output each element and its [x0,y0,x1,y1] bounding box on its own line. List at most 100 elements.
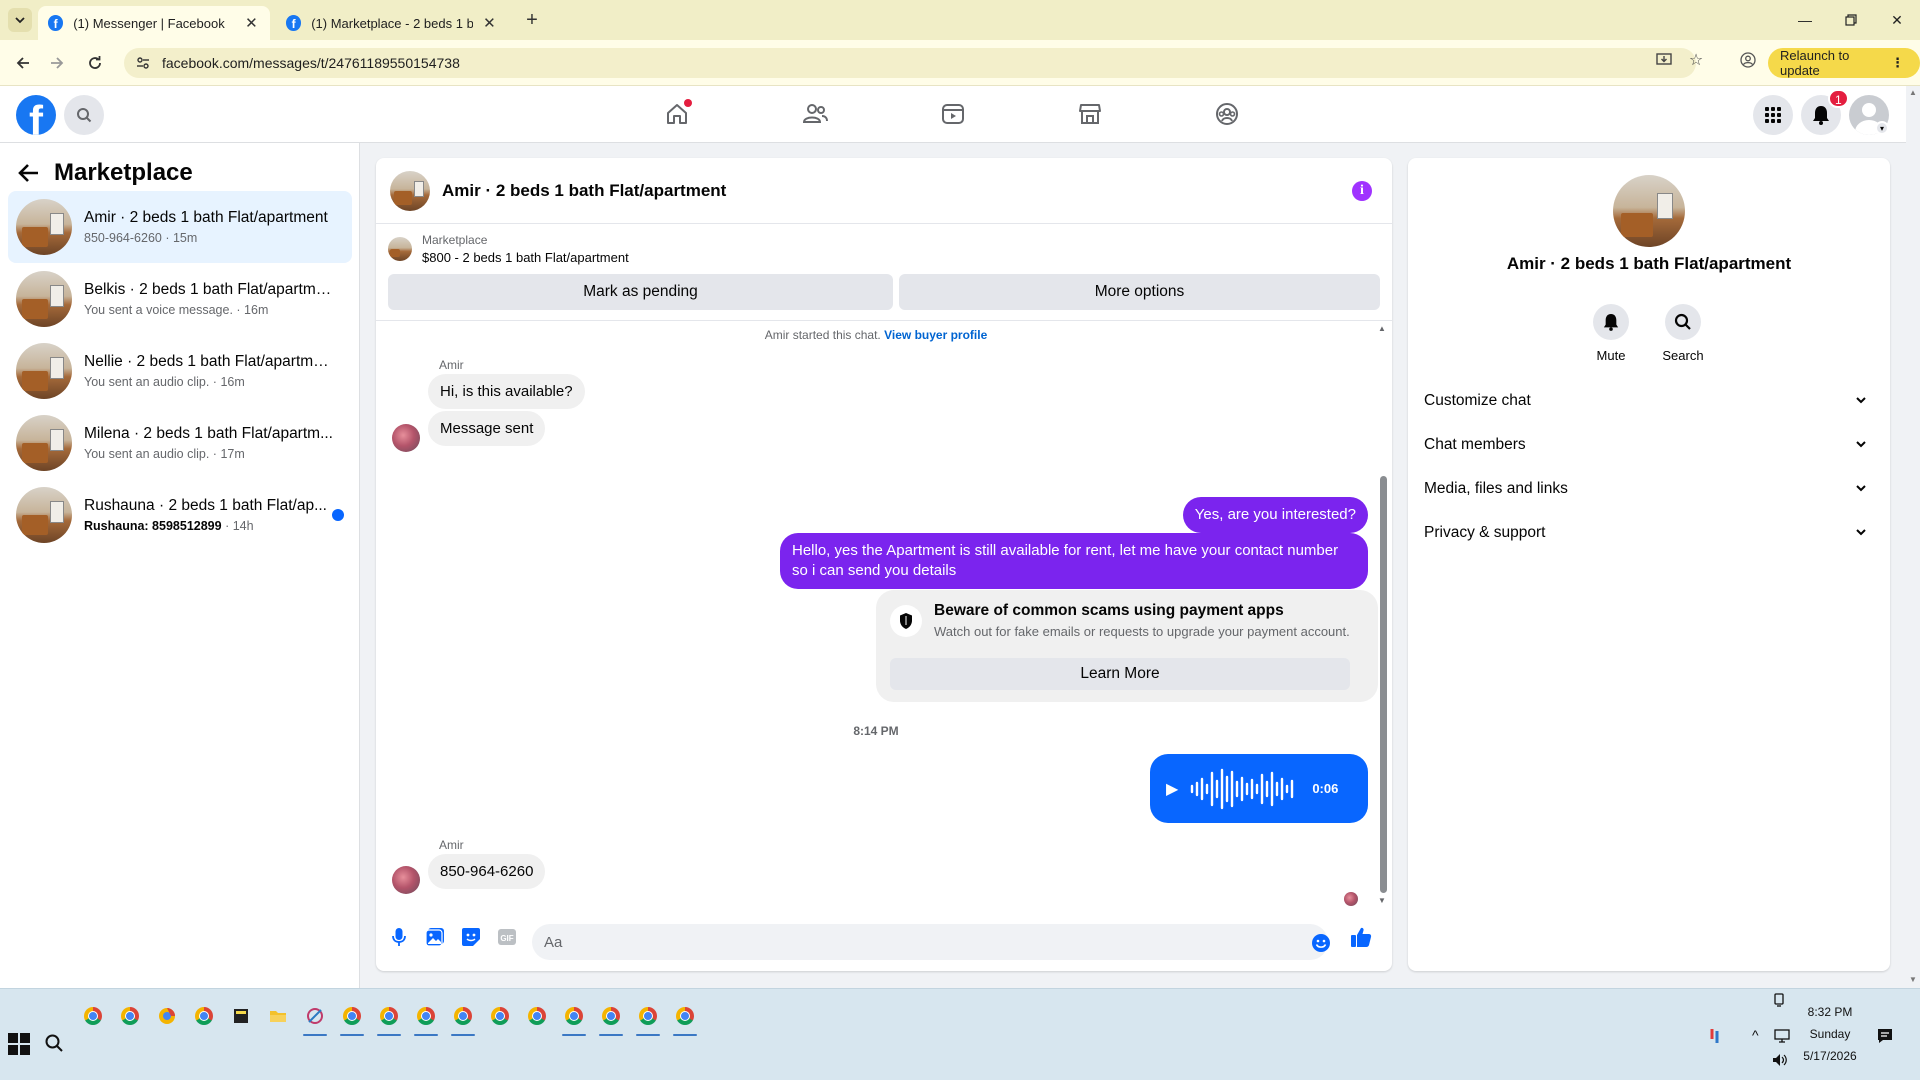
gif-button[interactable]: GIF [496,926,518,948]
chrome-icon [195,1007,213,1025]
chevron-up-icon[interactable]: ^ [1752,1027,1759,1043]
scroll-down-arrow[interactable]: ▼ [1909,975,1917,984]
chevron-down-icon[interactable]: ▾ [1875,121,1889,135]
nav-video[interactable] [937,98,969,130]
incoming-message[interactable]: Hi, is this available? [428,374,585,409]
attach-media-button[interactable] [424,926,446,948]
scroll-up-arrow[interactable]: ▲ [1378,324,1386,333]
close-tab-icon[interactable]: ✕ [481,14,498,32]
conversation-item-nellie[interactable]: Nellie · 2 beds 1 bath Flat/apartment Yo… [8,335,352,407]
listing-thumbnail[interactable] [390,170,430,211]
taskbar-chrome[interactable] [189,1001,219,1031]
tab-marketplace[interactable]: f (1) Marketplace - 2 beds 1 bath ✕ [276,6,508,40]
network-icon[interactable] [1774,1029,1790,1043]
taskbar-chrome[interactable] [522,1001,552,1031]
device-icon[interactable] [1772,993,1786,1007]
voice-message[interactable]: ▶ 0:06 [1150,754,1368,823]
taskbar-app[interactable] [152,1001,182,1031]
nav-marketplace[interactable] [1074,98,1106,130]
message-input[interactable] [532,924,1328,960]
taskbar-chrome[interactable] [596,1001,626,1036]
sender-avatar[interactable] [392,424,420,452]
mute-action[interactable]: Mute [1581,304,1641,363]
clock-time[interactable]: 8:32 PM [1800,1005,1860,1019]
minimize-button[interactable]: — [1782,6,1828,34]
relaunch-update-button[interactable]: Relaunch to update ⋮ [1768,48,1920,78]
info-icon[interactable]: i [1352,181,1372,201]
reload-button[interactable] [82,50,108,76]
taskbar-chrome[interactable] [633,1001,663,1036]
search-action[interactable]: Search [1653,304,1713,363]
install-app-icon[interactable] [1652,48,1676,72]
learn-more-button[interactable]: Learn More [890,658,1350,690]
chat-scrollbar-thumb[interactable] [1380,476,1387,893]
conversation-item-rushauna[interactable]: Rushauna · 2 beds 1 bath Flat/ap... Rush… [8,479,352,551]
taskbar-chrome[interactable] [374,1001,404,1036]
more-options-button[interactable]: More options [899,274,1380,310]
chat-members-section[interactable]: Chat members [1416,425,1882,465]
taskbar-chrome[interactable] [337,1001,367,1036]
new-tab-button[interactable]: + [520,8,544,32]
taskbar-search-button[interactable] [44,1033,68,1057]
menu-button[interactable] [1753,95,1793,135]
conversation-item-milena[interactable]: Milena · 2 beds 1 bath Flat/apartm... Yo… [8,407,352,479]
customize-chat-section[interactable]: Customize chat [1416,381,1882,421]
nav-friends[interactable] [799,98,831,130]
tab-search-button[interactable] [8,8,32,32]
chat-title[interactable]: Amir · 2 beds 1 bath Flat/apartment [442,181,726,201]
taskbar-chrome[interactable] [411,1001,441,1036]
view-buyer-profile-link[interactable]: View buyer profile [884,328,987,342]
site-info-icon[interactable] [136,56,150,70]
sender-avatar[interactable] [392,866,420,894]
voice-clip-button[interactable] [388,926,410,948]
scroll-up-arrow[interactable]: ▲ [1909,88,1917,97]
scroll-down-arrow[interactable]: ▼ [1378,896,1386,905]
nav-groups[interactable] [1211,98,1243,130]
mark-as-pending-button[interactable]: Mark as pending [388,274,893,310]
back-arrow-icon[interactable] [18,163,40,183]
volume-icon[interactable] [1772,1053,1788,1067]
clock-day[interactable]: Sunday [1800,1027,1860,1041]
taskbar-chrome[interactable] [448,1001,478,1036]
taskbar-sticky-notes[interactable] [226,1001,256,1031]
shield-icon [890,605,922,637]
taskbar-chrome[interactable] [485,1001,515,1031]
tray-app-icon[interactable] [1708,1027,1724,1045]
sticker-button[interactable] [460,926,482,948]
close-tab-icon[interactable]: ✕ [243,14,260,32]
restore-button[interactable] [1828,6,1874,34]
profile-icon[interactable] [1736,48,1760,72]
bookmark-star-icon[interactable]: ☆ [1684,48,1708,72]
tab-messenger[interactable]: f (1) Messenger | Facebook ✕ [38,6,270,40]
incoming-message[interactable]: Message sent [428,411,546,446]
media-files-links-section[interactable]: Media, files and links [1416,469,1882,509]
taskbar-chrome[interactable] [115,1001,145,1031]
facebook-logo[interactable]: f [16,95,56,135]
like-button[interactable] [1350,926,1372,948]
conversation-item-amir[interactable]: Amir · 2 beds 1 bath Flat/apartment 850-… [8,191,352,263]
outgoing-message[interactable]: Yes, are you interested? [1182,497,1368,533]
search-button[interactable] [64,95,104,135]
address-bar[interactable]: facebook.com/messages/t/2476118955015473… [124,48,1696,78]
forward-button[interactable] [44,50,70,76]
conversation-item-belkis[interactable]: Belkis · 2 beds 1 bath Flat/apartment Yo… [8,263,352,335]
privacy-support-section[interactable]: Privacy & support [1416,513,1882,553]
page-scrollbar[interactable] [1906,86,1920,988]
taskbar-chrome[interactable] [78,1001,108,1031]
emoji-button[interactable] [1310,932,1332,954]
taskbar-app-open[interactable] [300,1001,330,1036]
taskbar-file-explorer[interactable] [263,1001,293,1031]
start-button[interactable] [8,1033,30,1055]
back-button[interactable] [10,50,36,76]
play-icon[interactable]: ▶ [1166,779,1178,799]
taskbar-chrome[interactable] [670,1001,700,1036]
incoming-message[interactable]: 850-964-6260 [428,854,546,889]
taskbar-chrome[interactable] [559,1001,589,1036]
outgoing-message[interactable]: Hello, yes the Apartment is still availa… [780,533,1368,589]
chat-header: Amir · 2 beds 1 bath Flat/apartment i [376,158,1392,224]
clock-date[interactable]: 5/17/2026 [1796,1049,1864,1063]
listing-thumbnail[interactable] [1613,175,1685,247]
close-window-button[interactable]: ✕ [1874,6,1920,34]
listing-summary[interactable]: Marketplace $800 - 2 beds 1 bath Flat/ap… [388,233,629,265]
notification-center-icon[interactable] [1876,1027,1894,1045]
